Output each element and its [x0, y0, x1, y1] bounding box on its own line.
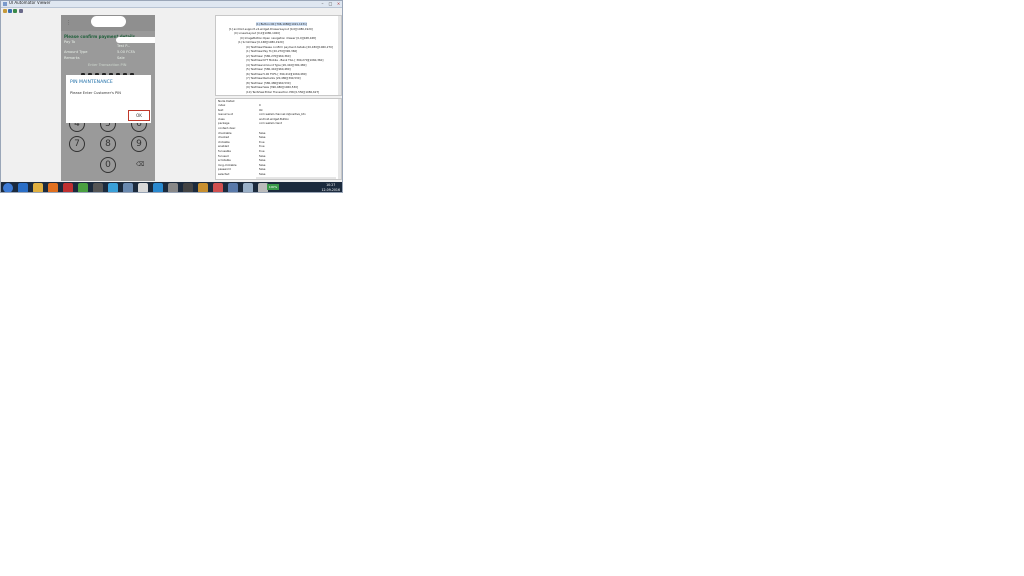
tree-node[interactable]: (4) TextView:Amount Type [20,410][390,48… [246, 63, 306, 67]
tree-node[interactable]: (0) TextView:Please confirm payment deta… [246, 45, 333, 49]
redacted-logo [91, 16, 126, 27]
close-button[interactable]: × [335, 1, 342, 6]
screenshot-icon[interactable] [8, 9, 12, 13]
backspace-icon[interactable]: ⌫ [136, 161, 144, 168]
tree-node[interactable]: (0) LinearLayout [0,0][1080,1920] [234, 31, 280, 35]
clock[interactable]: 10:27 12-09-2016 [321, 183, 340, 192]
tree-node[interactable]: (5) TextView: [580,410][960,480] [246, 67, 291, 71]
tree-node[interactable]: (6) TextView:5.00 FCFA [ 390,410][1060,4… [246, 72, 306, 76]
amount-type-label: Amount Type [64, 50, 88, 54]
node-detail-table: Node Detail index 0 text Ok resource-id com… [215, 98, 342, 180]
app-icon [3, 2, 7, 6]
pay-to-label: Pay To [64, 40, 76, 44]
battery-badge: 100% [267, 184, 279, 190]
firefox-icon[interactable] [48, 183, 58, 192]
property-row: selected false [218, 172, 266, 176]
ie-icon[interactable] [18, 183, 28, 192]
app-icon-steel[interactable] [228, 183, 238, 192]
app-icon-dark[interactable] [93, 183, 103, 192]
maximize-button[interactable]: □ [327, 1, 334, 6]
remarks-label: Remarks [64, 56, 80, 60]
tree-node[interactable]: (8) TextView: [580,480][960,530] [246, 81, 291, 85]
open-icon[interactable] [3, 9, 7, 13]
pay-to-value: Test P... [117, 44, 131, 48]
tree-scrollbar[interactable] [338, 16, 341, 95]
key-8[interactable]: 8 [100, 136, 116, 152]
tree-node[interactable]: (1) ScrollView [0,168][1080,1920] [238, 40, 284, 44]
hierarchy-tree[interactable]: (1) Button:OK [796,1080][1021,1231] [1] … [215, 15, 342, 96]
tree-node[interactable]: (7) TextView:Remarks [20,480][390,530] [246, 76, 301, 80]
app-window: UI Automator Viewer – □ × ⋮ Please confi… [0, 0, 343, 193]
title-bar: UI Automator Viewer – □ × [1, 1, 342, 8]
tree-node[interactable]: (0) ImageButton:Open navigation drawer [… [240, 36, 316, 40]
pin-label: Enter Transaction PIN [88, 63, 127, 67]
app-icon-red[interactable] [63, 183, 73, 192]
remarks-value: Sale [117, 56, 125, 60]
key-7[interactable]: 7 [69, 136, 85, 152]
app-icon-light[interactable] [138, 183, 148, 192]
chrome-icon[interactable] [78, 183, 88, 192]
save-icon[interactable] [19, 9, 23, 13]
app-icon-gray[interactable] [168, 183, 178, 192]
skype-icon[interactable] [108, 183, 118, 192]
cmd-icon[interactable] [183, 183, 193, 192]
tree-node[interactable]: (9) TextView:Sale [390,480][1060,530] [246, 85, 298, 89]
start-button[interactable] [3, 183, 13, 192]
toolbar [1, 8, 342, 14]
tree-node[interactable]: (1) Button:OK [796,1080][1021,1231] [256, 22, 307, 26]
tree-node[interactable]: (10) TextView:Enter Transaction PIN [0,5… [246, 90, 319, 94]
window-title: UI Automator Viewer [9, 0, 51, 5]
tree-node[interactable]: (2) TextView: [580,270][960,360] [246, 54, 291, 58]
minimize-button[interactable]: – [319, 1, 326, 6]
app-icon-crimson[interactable] [213, 183, 223, 192]
taskbar: 100% 10:27 12-09-2016 [1, 182, 342, 192]
key-9[interactable]: 9 [131, 136, 147, 152]
dialog-title: PIN MAINTENANCE [70, 80, 113, 85]
app-icon-blue[interactable] [153, 183, 163, 192]
ok-button[interactable]: OK [128, 110, 150, 121]
explorer-icon[interactable] [33, 183, 43, 192]
pin-dialog: PIN MAINTENANCE Please Enter Customer's … [66, 75, 151, 123]
properties-hscrollbar[interactable] [256, 177, 336, 179]
tree-node[interactable]: (1) TextView:Pay To [20,270][390,360] [246, 49, 297, 53]
app-icon-pale[interactable] [243, 183, 253, 192]
amount-value: 5.00 FCFA [117, 50, 135, 54]
properties-scrollbar[interactable] [338, 99, 341, 179]
device-screenshot-icon[interactable] [13, 9, 17, 13]
dialog-message: Please Enter Customer's PIN [70, 91, 121, 95]
outlook-icon[interactable] [123, 183, 133, 192]
key-0[interactable]: 0 [100, 157, 116, 173]
clock-date: 12-09-2016 [321, 187, 340, 192]
redacted-value [116, 37, 155, 43]
tree-node[interactable]: (3) TextView:KYT Mobile - Bank TILL [ 39… [246, 58, 323, 62]
app-icon-amber[interactable] [198, 183, 208, 192]
menu-icon[interactable]: ⋮ [66, 20, 71, 26]
app-header: ⋮ [61, 15, 155, 31]
